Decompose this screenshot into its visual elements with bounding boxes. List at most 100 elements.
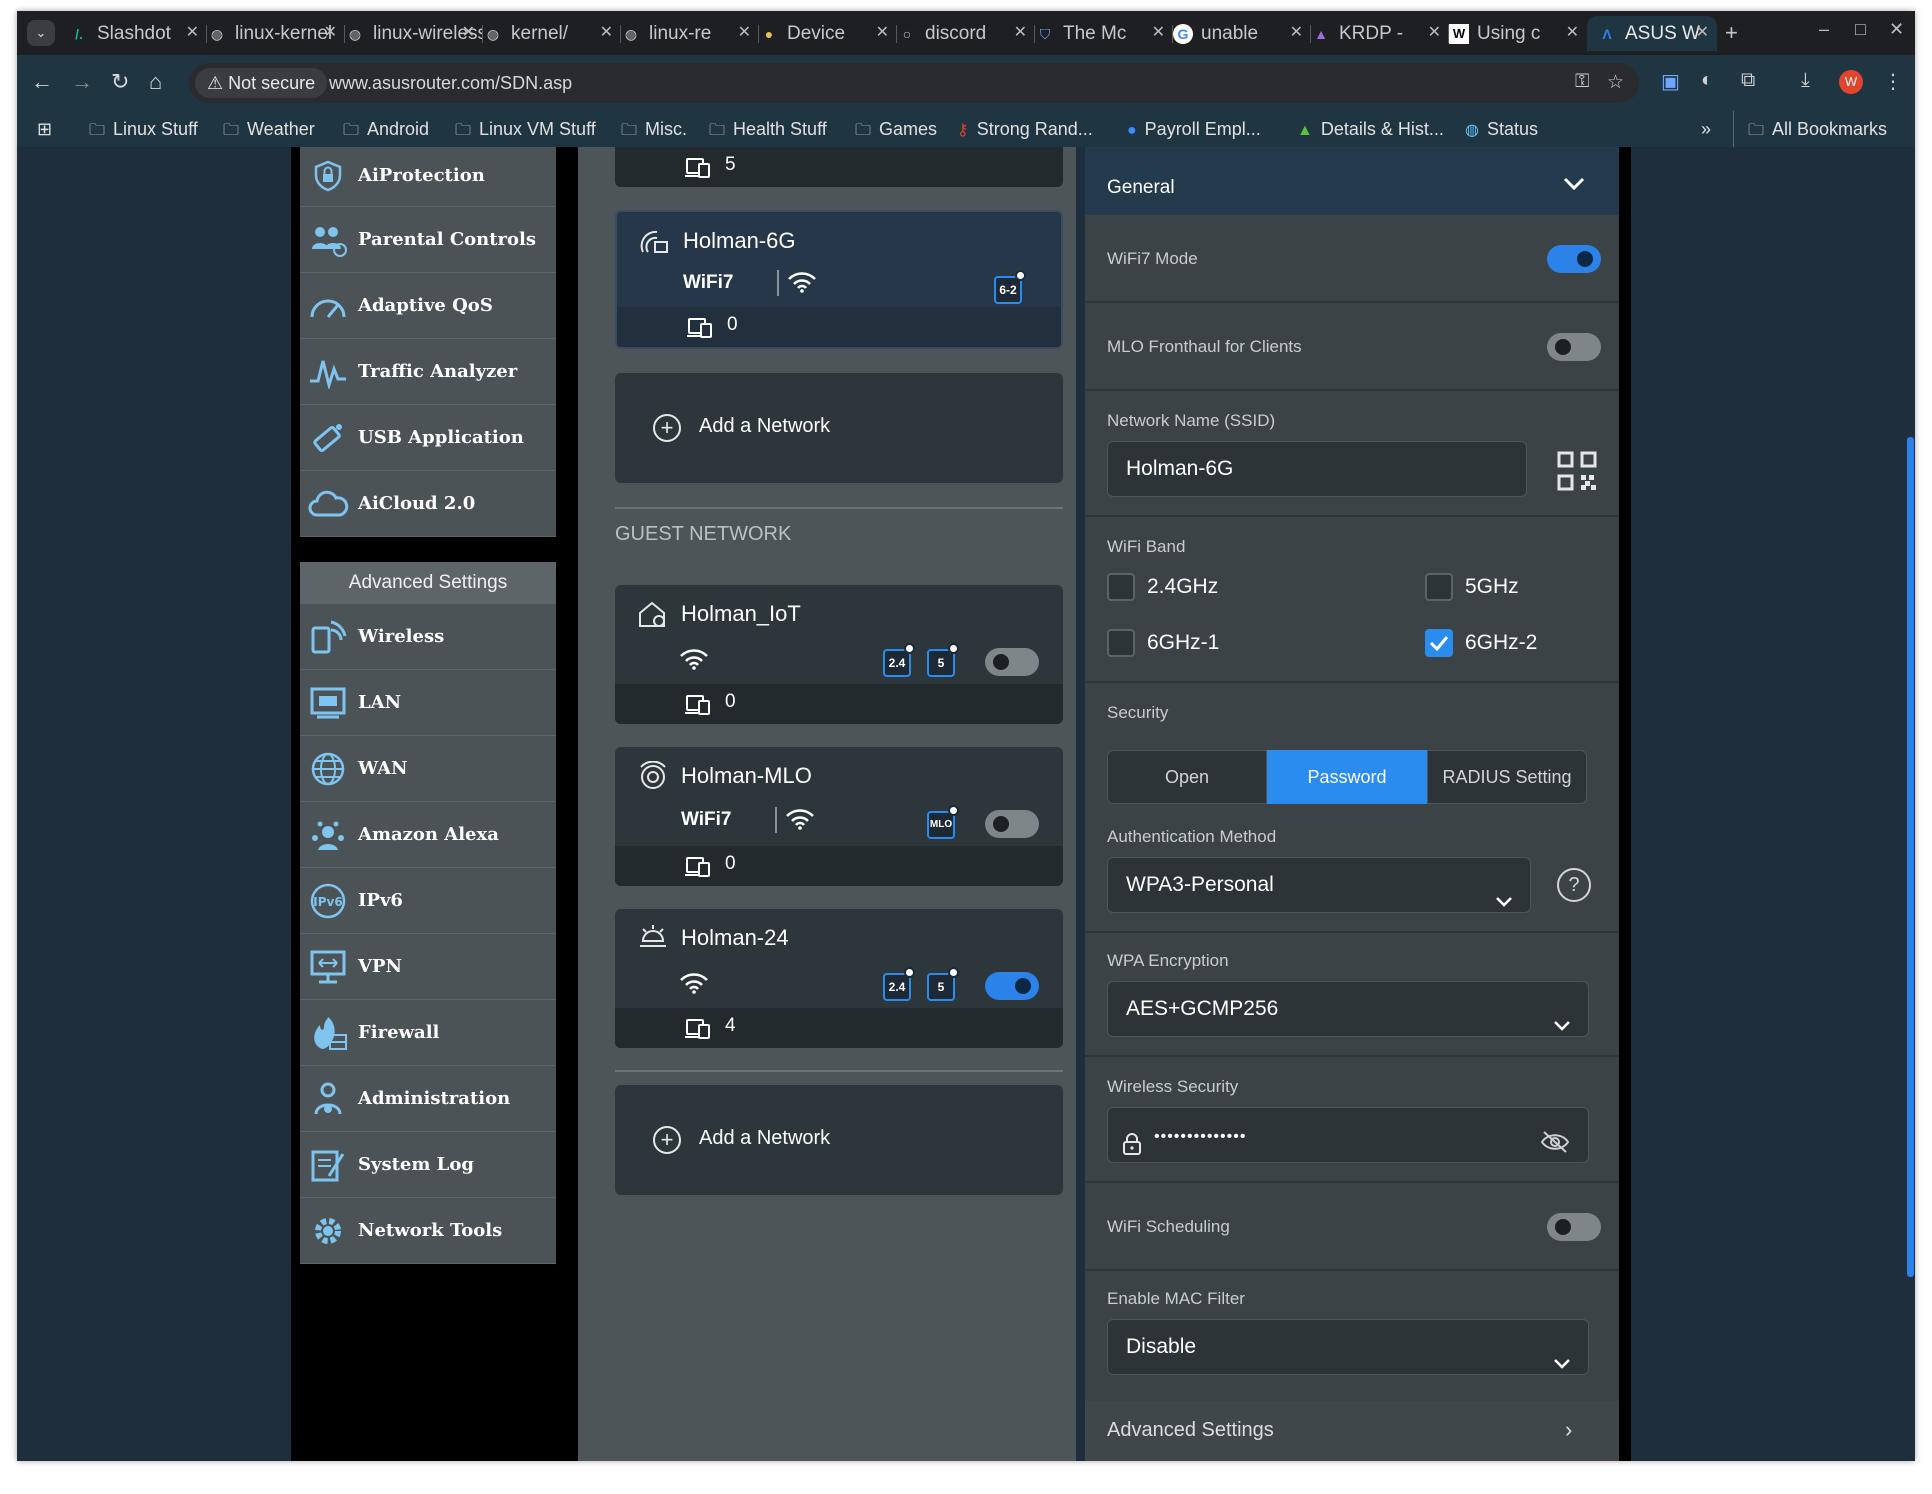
menu-wireless[interactable]: Wireless [300, 604, 556, 670]
mac-filter-select[interactable]: Disable [1107, 1319, 1589, 1375]
network-enable-toggle[interactable] [985, 648, 1039, 676]
menu-kebab-icon[interactable]: ⋮ [1883, 69, 1903, 94]
tab-krdp[interactable]: ▲ KRDP - ✕ [1311, 16, 1449, 51]
network-enable-toggle[interactable] [985, 972, 1039, 1000]
menu-usb-application[interactable]: USB Application [300, 405, 556, 471]
url-text[interactable]: www.asusrouter.com/SDN.asp [329, 63, 572, 103]
band-checkbox-6ghz-1[interactable] [1107, 629, 1135, 657]
close-icon[interactable]: ✕ [462, 22, 475, 42]
bookmark-android[interactable]: 🗀 Android [343, 111, 429, 149]
wpa-encryption-select[interactable]: AES+GCMP256 [1107, 981, 1589, 1037]
bookmark-misc[interactable]: 🗀 Misc. [621, 111, 687, 149]
menu-lan[interactable]: LAN [300, 670, 556, 736]
band-checkbox-6ghz-2[interactable] [1425, 629, 1453, 657]
bookmark-star-icon[interactable]: ☆ [1607, 71, 1624, 94]
menu-ipv6[interactable]: IPv6 IPv6 [300, 868, 556, 934]
wifi-scheduling-toggle[interactable] [1547, 1213, 1601, 1241]
close-icon[interactable]: ✕ [1290, 22, 1303, 42]
forward-icon[interactable]: → [71, 70, 93, 94]
mlo-fronthaul-toggle[interactable] [1547, 333, 1601, 361]
close-icon[interactable]: ✕ [1696, 22, 1709, 42]
profile-avatar[interactable]: W [1839, 70, 1863, 94]
wireless-password-input[interactable]: •••••••••••••• [1107, 1107, 1589, 1163]
tab-the-mc[interactable]: ⛉ The Mc ✕ [1035, 16, 1173, 51]
bookmark-linux-stuff[interactable]: 🗀 Linux Stuff [89, 111, 198, 149]
security-password-option[interactable]: Password [1267, 750, 1427, 804]
bookmarks-overflow-button[interactable]: » [1701, 111, 1711, 147]
window-close-icon[interactable]: ✕ [1889, 19, 1904, 40]
network-card-holman-iot[interactable]: Holman_IoT 2.4 5 0 [615, 585, 1063, 724]
band-checkbox-5ghz[interactable] [1425, 573, 1453, 601]
tab-device[interactable]: ● Device ✕ [759, 16, 897, 51]
security-open-option[interactable]: Open [1107, 750, 1267, 804]
close-icon[interactable]: ✕ [1428, 22, 1441, 42]
menu-vpn[interactable]: VPN [300, 934, 556, 1000]
all-bookmarks-button[interactable]: 🗀 All Bookmarks [1733, 111, 1887, 149]
download-icon[interactable]: ⤓ [1801, 69, 1810, 92]
help-icon[interactable]: ? [1557, 868, 1591, 902]
menu-firewall[interactable]: Firewall [300, 1000, 556, 1066]
eye-off-icon[interactable] [1540, 1122, 1570, 1176]
auth-method-select[interactable]: WPA3-Personal [1107, 857, 1531, 913]
menu-adaptive-qos[interactable]: Adaptive QoS [300, 273, 556, 339]
band-checkbox-2-4ghz[interactable] [1107, 573, 1135, 601]
network-card-partial[interactable]: 5 [615, 147, 1063, 187]
advanced-settings-link[interactable]: Advanced Settings › [1085, 1401, 1619, 1461]
extension-icon[interactable]: ◐ [1701, 69, 1713, 92]
page-scrollbar[interactable] [1907, 437, 1914, 1277]
tab-using[interactable]: W Using c ✕ [1449, 16, 1587, 51]
maximize-icon[interactable]: □ [1855, 19, 1866, 40]
menu-aiprotection[interactable]: AiProtection [300, 147, 556, 207]
bookmark-strong-rand[interactable]: ⚷ Strong Rand... [957, 111, 1093, 149]
network-card-holman-6g[interactable]: Holman-6G WiFi7 6-2 0 [615, 210, 1063, 349]
add-guest-network-button[interactable]: + Add a Network [615, 1085, 1063, 1195]
network-card-holman-mlo[interactable]: Holman-MLO WiFi7 MLO 0 [615, 747, 1063, 886]
bookmark-health-stuff[interactable]: 🗀 Health Stuff [709, 111, 827, 149]
close-icon[interactable]: ✕ [1152, 22, 1165, 42]
tab-search-button[interactable]: ⌄ [27, 20, 55, 46]
close-icon[interactable]: ✕ [876, 22, 889, 42]
tab-kernel[interactable]: ◍ kernel/ ✕ [483, 16, 621, 51]
close-icon[interactable]: ✕ [738, 22, 751, 42]
menu-traffic-analyzer[interactable]: Traffic Analyzer [300, 339, 556, 405]
menu-aicloud[interactable]: AiCloud 2.0 [300, 471, 556, 537]
puzzle-extensions-icon[interactable]: ⧉ [1741, 69, 1755, 92]
security-radius-option[interactable]: RADIUS Setting [1427, 750, 1587, 804]
tab-discord[interactable]: ○ discord ✕ [897, 16, 1035, 51]
qr-code-icon[interactable] [1557, 451, 1597, 496]
translate-extension-icon[interactable]: ▣ [1661, 69, 1680, 94]
general-section-header[interactable]: General [1085, 147, 1619, 215]
tab-linux-wireless[interactable]: ◍ linux-wireless ✕ [345, 16, 483, 51]
bookmark-weather[interactable]: 🗀 Weather [223, 111, 315, 149]
tab-linux-kernel[interactable]: ◍ linux-kernel ✕ [207, 16, 345, 51]
menu-amazon-alexa[interactable]: Amazon Alexa [300, 802, 556, 868]
network-card-holman-24[interactable]: Holman-24 2.4 5 4 [615, 909, 1063, 1048]
address-bar[interactable]: ⚠ Not secure www.asusrouter.com/SDN.asp … [189, 63, 1639, 103]
not-secure-chip[interactable]: ⚠ Not secure [195, 68, 328, 98]
minimize-icon[interactable]: – [1819, 19, 1829, 40]
ssid-input[interactable]: Holman-6G [1107, 441, 1527, 497]
new-tab-button[interactable]: + [1725, 20, 1738, 46]
wifi7-mode-toggle[interactable] [1547, 245, 1601, 273]
apps-grid-icon[interactable]: ⊞ [37, 111, 52, 147]
bookmark-linux-vm-stuff[interactable]: 🗀 Linux VM Stuff [455, 111, 596, 149]
password-key-icon[interactable]: ⚿ [1575, 71, 1589, 93]
tab-linux-re[interactable]: ◍ linux-re ✕ [621, 16, 759, 51]
menu-wan[interactable]: WAN [300, 736, 556, 802]
menu-system-log[interactable]: System Log [300, 1132, 556, 1198]
bookmark-status[interactable]: ◍ Status [1465, 111, 1538, 149]
close-icon[interactable]: ✕ [324, 22, 337, 42]
tab-slashdot[interactable]: /. Slashdot ✕ [69, 16, 207, 51]
bookmark-games[interactable]: 🗀 Games [855, 111, 937, 149]
add-network-button[interactable]: + Add a Network [615, 373, 1063, 483]
network-enable-toggle[interactable] [985, 810, 1039, 838]
reload-icon[interactable]: ↻ [111, 70, 129, 94]
close-icon[interactable]: ✕ [186, 22, 199, 42]
tab-asus[interactable]: Λ ASUS W ✕ [1587, 16, 1717, 51]
close-icon[interactable]: ✕ [1014, 22, 1027, 42]
menu-parental-controls[interactable]: Parental Controls [300, 207, 556, 273]
tab-unable[interactable]: G unable ✕ [1173, 16, 1311, 51]
menu-network-tools[interactable]: Network Tools [300, 1198, 556, 1264]
bookmark-payroll[interactable]: ● Payroll Empl... [1127, 111, 1261, 149]
bookmark-details-hist[interactable]: ▲ Details & Hist... [1297, 111, 1444, 149]
